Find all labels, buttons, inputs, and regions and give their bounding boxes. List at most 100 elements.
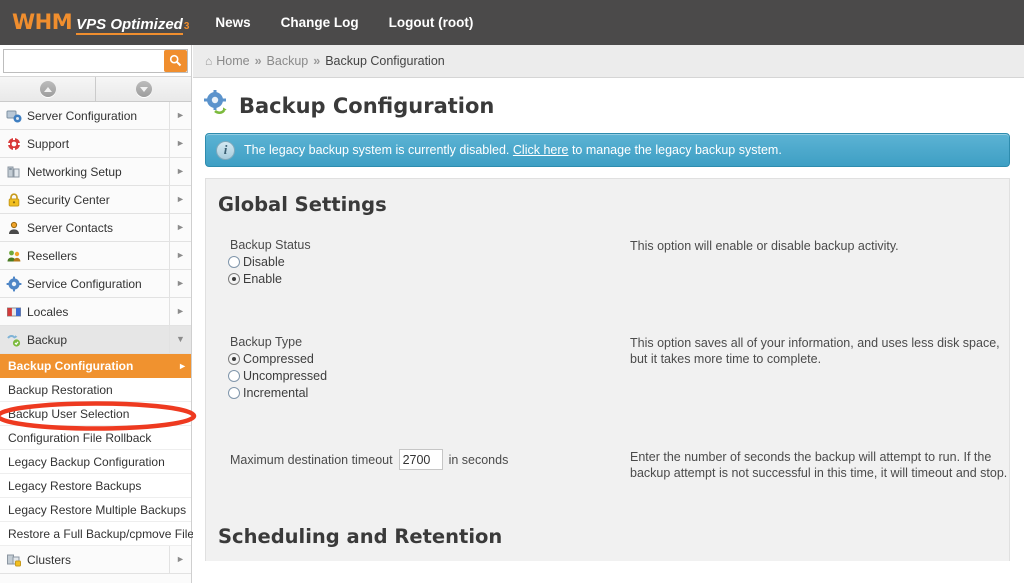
notice-link[interactable]: Click here xyxy=(513,143,569,157)
chevron-right-icon: ► xyxy=(169,214,191,241)
chevron-right-icon: ► xyxy=(169,158,191,185)
sidebar-group-support[interactable]: Support ► xyxy=(0,130,191,158)
sidebar-item-label: Legacy Restore Multiple Backups xyxy=(8,502,187,517)
chevron-right-icon: ► xyxy=(169,270,191,297)
sidebar-item-label: Restore a Full Backup/cpmove File xyxy=(8,526,195,541)
legacy-backup-notice: i The legacy backup system is currently … xyxy=(205,133,1010,167)
sidebar-group-security-center[interactable]: Security Center ► xyxy=(0,186,191,214)
breadcrumb-home[interactable]: Home xyxy=(216,54,249,68)
search-icon[interactable] xyxy=(164,49,187,72)
nav-news[interactable]: News xyxy=(215,15,250,30)
expand-all-button[interactable] xyxy=(96,77,191,101)
resellers-icon xyxy=(6,248,22,264)
timeout-row: Maximum destination timeout in seconds E… xyxy=(206,449,1009,481)
sidebar-collapse-bar xyxy=(0,77,191,102)
backup-status-controls: Backup Status Disable Enable xyxy=(218,238,618,289)
main-content: ⌂ Home » Backup » Backup Configuration B… xyxy=(193,45,1024,583)
sidebar-item-backup-user-selection[interactable]: Backup User Selection xyxy=(0,402,191,426)
global-settings-panel: Global Settings Backup Status Disable En… xyxy=(205,178,1010,561)
backup-type-label: Backup Type xyxy=(230,335,303,349)
sidebar-search-area xyxy=(0,45,191,77)
timeout-controls: Maximum destination timeout in seconds xyxy=(218,449,618,481)
sidebar-item-backup-configuration[interactable]: Backup Configuration ► xyxy=(0,354,191,378)
breadcrumb-backup[interactable]: Backup xyxy=(267,54,309,68)
radio-backup-status-enable[interactable]: Enable xyxy=(228,272,618,286)
padlock-icon xyxy=(6,192,22,208)
sidebar-group-clusters[interactable]: Clusters ► xyxy=(0,546,191,574)
radio-backup-status-disable[interactable]: Disable xyxy=(228,255,618,269)
radio-label: Uncompressed xyxy=(243,369,328,383)
sidebar-group-label: Support xyxy=(27,136,70,151)
radio-label: Enable xyxy=(243,272,282,286)
sidebar-group-label: Clusters xyxy=(27,552,72,567)
search-box[interactable] xyxy=(3,48,188,73)
radio-indicator-selected[interactable] xyxy=(228,353,240,365)
sidebar-group-label: Backup xyxy=(27,332,68,347)
chevron-right-icon: ► xyxy=(169,546,191,573)
chevron-up-icon xyxy=(39,81,56,97)
sidebar-group-label: Resellers xyxy=(27,248,78,263)
breadcrumb-current: Backup Configuration xyxy=(325,54,445,68)
sidebar-item-legacy-backup-configuration[interactable]: Legacy Backup Configuration xyxy=(0,450,191,474)
brand-name: WHM xyxy=(12,10,73,34)
nav-logout[interactable]: Logout (root) xyxy=(389,15,474,30)
top-nav-links: News Change Log Logout (root) xyxy=(215,15,503,30)
timeout-label-after: in seconds xyxy=(448,452,509,467)
radio-backup-type-incremental[interactable]: Incremental xyxy=(228,386,618,400)
sidebar-item-legacy-restore-multiple-backups[interactable]: Legacy Restore Multiple Backups xyxy=(0,498,191,522)
sidebar-group-backup[interactable]: Backup ▼ xyxy=(0,326,191,354)
breadcrumb-separator: » xyxy=(254,54,262,68)
search-input[interactable] xyxy=(4,49,152,72)
backup-status-label: Backup Status xyxy=(230,238,311,252)
server-contacts-icon xyxy=(6,220,22,236)
radio-indicator-selected[interactable] xyxy=(228,273,240,285)
server-configuration-icon xyxy=(6,108,22,124)
sidebar-group-server-contacts[interactable]: Server Contacts ► xyxy=(0,214,191,242)
sidebar-group-label: Server Contacts xyxy=(27,220,114,235)
radio-indicator[interactable] xyxy=(228,370,240,382)
whm-logo[interactable]: WHM VPS Optimized 3 xyxy=(12,10,189,35)
chevron-down-icon: ▼ xyxy=(169,326,191,353)
radio-label: Disable xyxy=(243,255,285,269)
timeout-input[interactable] xyxy=(398,449,443,470)
radio-backup-type-uncompressed[interactable]: Uncompressed xyxy=(228,369,618,383)
gear-icon xyxy=(6,276,22,292)
breadcrumb: ⌂ Home » Backup » Backup Configuration xyxy=(193,45,1024,78)
sidebar-group-locales[interactable]: Locales ► xyxy=(0,298,191,326)
backup-type-controls: Backup Type Compressed Uncompressed Incr… xyxy=(218,335,618,403)
locales-flag-icon xyxy=(6,304,22,320)
timeout-label-before: Maximum destination timeout xyxy=(230,452,393,467)
scheduling-retention-heading: Scheduling and Retention xyxy=(218,525,503,548)
timeout-help: Enter the number of seconds the backup w… xyxy=(630,450,1008,480)
sidebar-group-resellers[interactable]: Resellers ► xyxy=(0,242,191,270)
notice-text-before: The legacy backup system is currently di… xyxy=(244,143,510,157)
chevron-right-icon: ► xyxy=(169,102,191,129)
sidebar-item-legacy-restore-backups[interactable]: Legacy Restore Backups xyxy=(0,474,191,498)
networking-setup-icon xyxy=(6,164,22,180)
radio-label: Incremental xyxy=(243,386,309,400)
radio-indicator[interactable] xyxy=(228,387,240,399)
sidebar-group-label: Locales xyxy=(27,304,69,319)
sidebar-item-configuration-file-rollback[interactable]: Configuration File Rollback xyxy=(0,426,191,450)
backup-status-help: This option will enable or disable backu… xyxy=(630,239,899,253)
chevron-right-icon: ► xyxy=(178,360,187,371)
backup-status-row: Backup Status Disable Enable This option… xyxy=(206,238,1009,289)
sidebar-group-networking-setup[interactable]: Networking Setup ► xyxy=(0,158,191,186)
sidebar-group-label: Security Center xyxy=(27,192,110,207)
sidebar-group-server-configuration[interactable]: Server Configuration ► xyxy=(0,102,191,130)
sidebar-item-backup-restoration[interactable]: Backup Restoration xyxy=(0,378,191,402)
nav-change-log[interactable]: Change Log xyxy=(281,15,359,30)
sidebar: Server Configuration ► Support ► Network… xyxy=(0,45,197,583)
home-icon: ⌂ xyxy=(205,54,213,68)
chevron-right-icon: ► xyxy=(169,130,191,157)
radio-backup-type-compressed[interactable]: Compressed xyxy=(228,352,618,366)
backup-type-row: Backup Type Compressed Uncompressed Incr… xyxy=(206,335,1009,403)
brand-version: 3 xyxy=(183,21,190,32)
breadcrumb-separator: » xyxy=(313,54,321,68)
sidebar-group-service-configuration[interactable]: Service Configuration ► xyxy=(0,270,191,298)
radio-indicator[interactable] xyxy=(228,256,240,268)
global-settings-heading: Global Settings xyxy=(218,193,387,216)
sidebar-item-restore-full-backup-cpmove-file[interactable]: Restore a Full Backup/cpmove File xyxy=(0,522,195,546)
collapse-all-button[interactable] xyxy=(0,77,96,101)
backup-icon xyxy=(6,332,22,348)
